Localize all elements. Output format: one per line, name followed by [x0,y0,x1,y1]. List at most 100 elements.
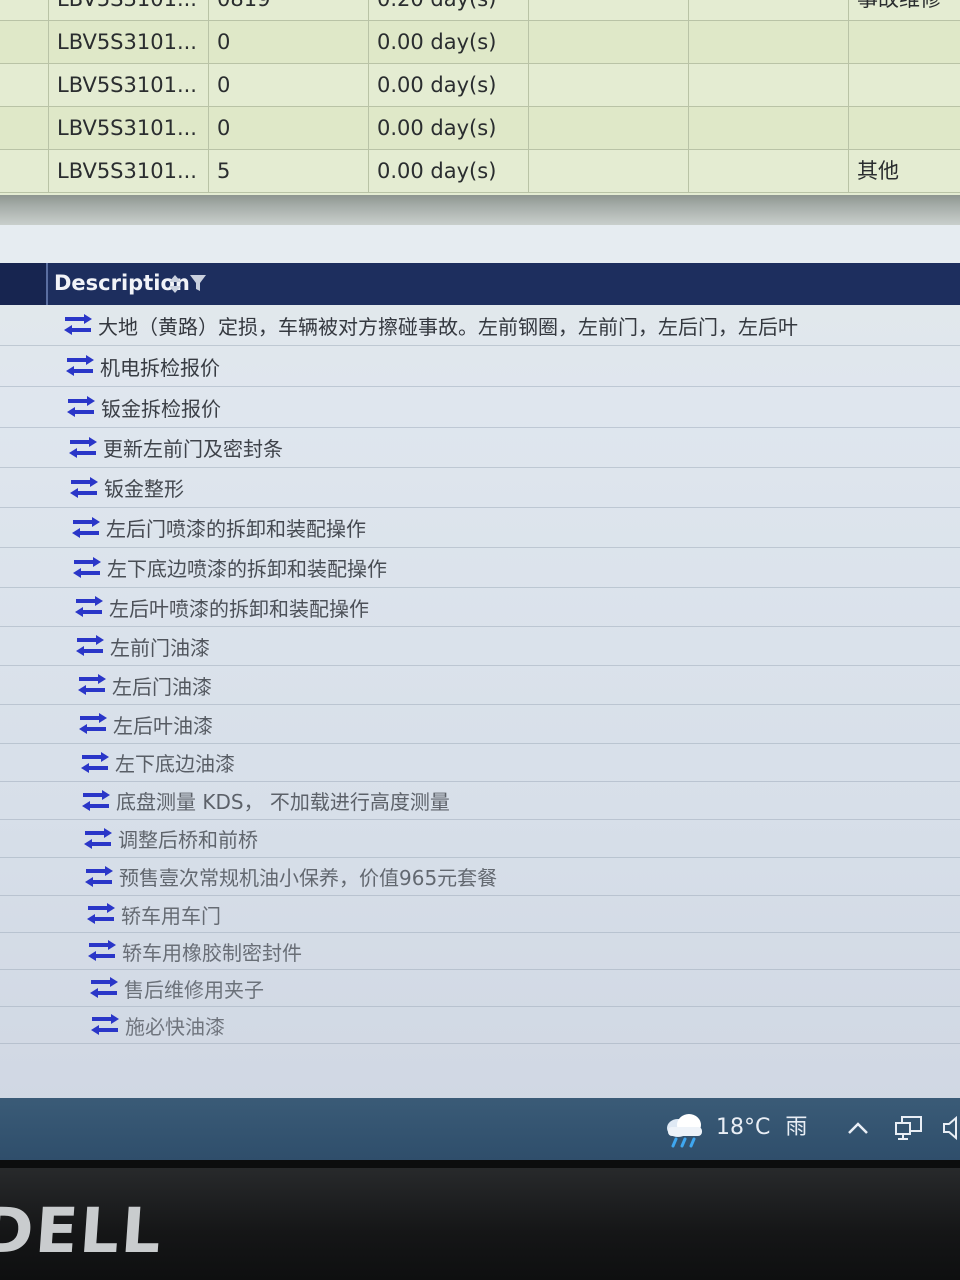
description-text: 预售壹次常规机油小保养，价值965元套餐 [119,866,498,890]
description-row[interactable]: 左前门油漆 [0,627,960,666]
description-text: 左下底边喷漆的拆卸和装配操作 [107,557,387,581]
description-text: 左前门油漆 [110,635,210,660]
swap-arrows-icon[interactable] [88,977,120,999]
empty-cell [688,21,848,63]
vehicle-row[interactable]: LBV5S3101...08190.20 day(s) 事故维修 [0,0,960,21]
swap-arrows-icon[interactable] [68,476,100,499]
description-text: 钣金拆检报价 [101,396,221,421]
swap-arrows-icon[interactable] [80,789,112,812]
monitor-brand-logo: DELL [0,1194,166,1267]
description-text: 施必快油漆 [125,1014,225,1039]
vin-cell: LBV5S3101... [48,150,208,192]
swap-arrows-icon[interactable] [62,314,94,336]
repair-type-cell [848,107,960,149]
swap-arrows-icon[interactable] [77,713,109,735]
duration-cell: 0.00 day(s) [368,107,528,149]
swap-arrows-icon[interactable] [79,751,111,774]
duration-cell: 0.20 day(s) [368,0,528,20]
count-cell: 0 [208,21,368,63]
taskbar: 18°C 雨 [0,1098,960,1160]
vin-cell: LBV5S3101... [48,0,208,20]
description-text: 左后门喷漆的拆卸和装配操作 [106,517,366,541]
empty-cell [528,21,688,63]
filter-icon[interactable] [189,274,207,292]
grid-divider [0,225,960,264]
duration-cell: 0.00 day(s) [368,150,528,192]
swap-arrows-icon[interactable] [76,674,108,696]
swap-arrows-icon[interactable] [65,396,97,418]
swap-arrows-icon[interactable] [64,355,96,377]
vehicle-row[interactable]: LBV5S3101... 5 0.00 day(s) 其他 [0,150,960,193]
weather-readout[interactable]: 18°C 雨 [716,1112,807,1144]
swap-arrows-icon[interactable] [85,903,117,925]
speaker-icon[interactable] [942,1114,960,1142]
description-text: 左后叶油漆 [113,713,213,738]
vehicle-row[interactable]: LBV5S3101... 0 0.00 day(s) [0,64,960,107]
description-row[interactable]: 大地（黄路）定损，车辆被对方擦碰事故。左前钢圈，左前门，左后门，左后叶 [0,305,960,346]
description-text: 左下底边油漆 [115,752,235,776]
vehicle-row[interactable]: LBV5S3101... 0 0.00 day(s) [0,107,960,150]
description-row[interactable]: 轿车用车门 [0,896,960,933]
empty-cell [528,107,688,149]
horizontal-scrollbar[interactable] [0,195,960,225]
swap-arrows-icon[interactable] [73,596,105,618]
row-selector-header [0,263,48,305]
description-row[interactable]: 左下底边喷漆的拆卸和装配操作 [0,548,960,588]
count-cell: 0819 [208,0,368,20]
description-row[interactable]: 底盘测量 KDS， 不加载进行高度测量 [0,782,960,820]
vehicle-row[interactable]: LBV5S3101... 0 0.00 day(s) [0,21,960,64]
description-row[interactable]: 调整后桥和前桥 [0,820,960,858]
sort-icon[interactable] [168,274,182,294]
description-row[interactable]: 钣金拆检报价 [0,387,960,428]
description-text: 左后门油漆 [112,674,212,699]
description-text: 售后维修用夹子 [124,977,264,1002]
description-row[interactable]: 钣金整形 [0,468,960,508]
swap-arrows-icon[interactable] [86,940,118,962]
description-row[interactable]: 左下底边油漆 [0,744,960,782]
description-row[interactable]: 预售壹次常规机油小保养，价值965元套餐 [0,858,960,896]
vin-cell: LBV5S3101... [48,64,208,106]
description-row[interactable]: 更新左前门及密封条 [0,428,960,468]
swap-arrows-icon[interactable] [89,1014,121,1036]
vin-cell: LBV5S3101... [48,107,208,149]
swap-arrows-icon[interactable] [71,556,103,579]
description-row[interactable]: 施必快油漆 [0,1007,960,1044]
description-row[interactable]: 左后门喷漆的拆卸和装配操作 [0,508,960,548]
description-row[interactable]: 左后叶喷漆的拆卸和装配操作 [0,588,960,627]
empty-cell [688,64,848,106]
description-text: 底盘测量 KDS， 不加载进行高度测量 [116,790,450,814]
description-row[interactable]: 轿车用橡胶制密封件 [0,933,960,970]
chevron-up-icon[interactable] [846,1118,870,1138]
swap-arrows-icon[interactable] [74,635,106,657]
empty-cell [528,64,688,106]
repair-type-cell [848,64,960,106]
description-text: 钣金整形 [104,477,184,501]
swap-arrows-icon[interactable] [70,516,102,539]
monitor-bezel-edge [0,1160,960,1168]
description-text: 更新左前门及密封条 [103,437,283,461]
swap-arrows-icon[interactable] [67,436,99,459]
description-text: 调整后桥和前桥 [118,828,258,852]
description-text: 轿车用车门 [121,903,221,928]
duration-cell: 0.00 day(s) [368,64,528,106]
empty-cell [528,150,688,192]
swap-arrows-icon[interactable] [83,865,115,888]
repair-type-cell: 事故维修 [848,0,960,20]
weather-condition: 雨 [785,1115,808,1140]
description-row[interactable]: 左后叶油漆 [0,705,960,744]
swap-arrows-icon[interactable] [82,827,114,850]
repair-type-cell [848,21,960,63]
description-row[interactable]: 机电拆检报价 [0,346,960,387]
vin-cell: LBV5S3101... [48,21,208,63]
cloud-rain-icon[interactable] [662,1112,706,1148]
network-icon[interactable] [894,1114,924,1142]
vehicle-grid: LBV5S3101...08190.20 day(s)事故维修LBV5S3101… [0,0,960,195]
count-cell: 0 [208,107,368,149]
description-row[interactable]: 售后维修用夹子 [0,970,960,1007]
description-row[interactable]: 左后门油漆 [0,666,960,705]
duration-cell: 0.00 day(s) [368,21,528,63]
count-cell: 0 [208,64,368,106]
empty-cell [688,150,848,192]
description-grid-header: Description [0,263,960,305]
empty-cell [528,0,688,20]
